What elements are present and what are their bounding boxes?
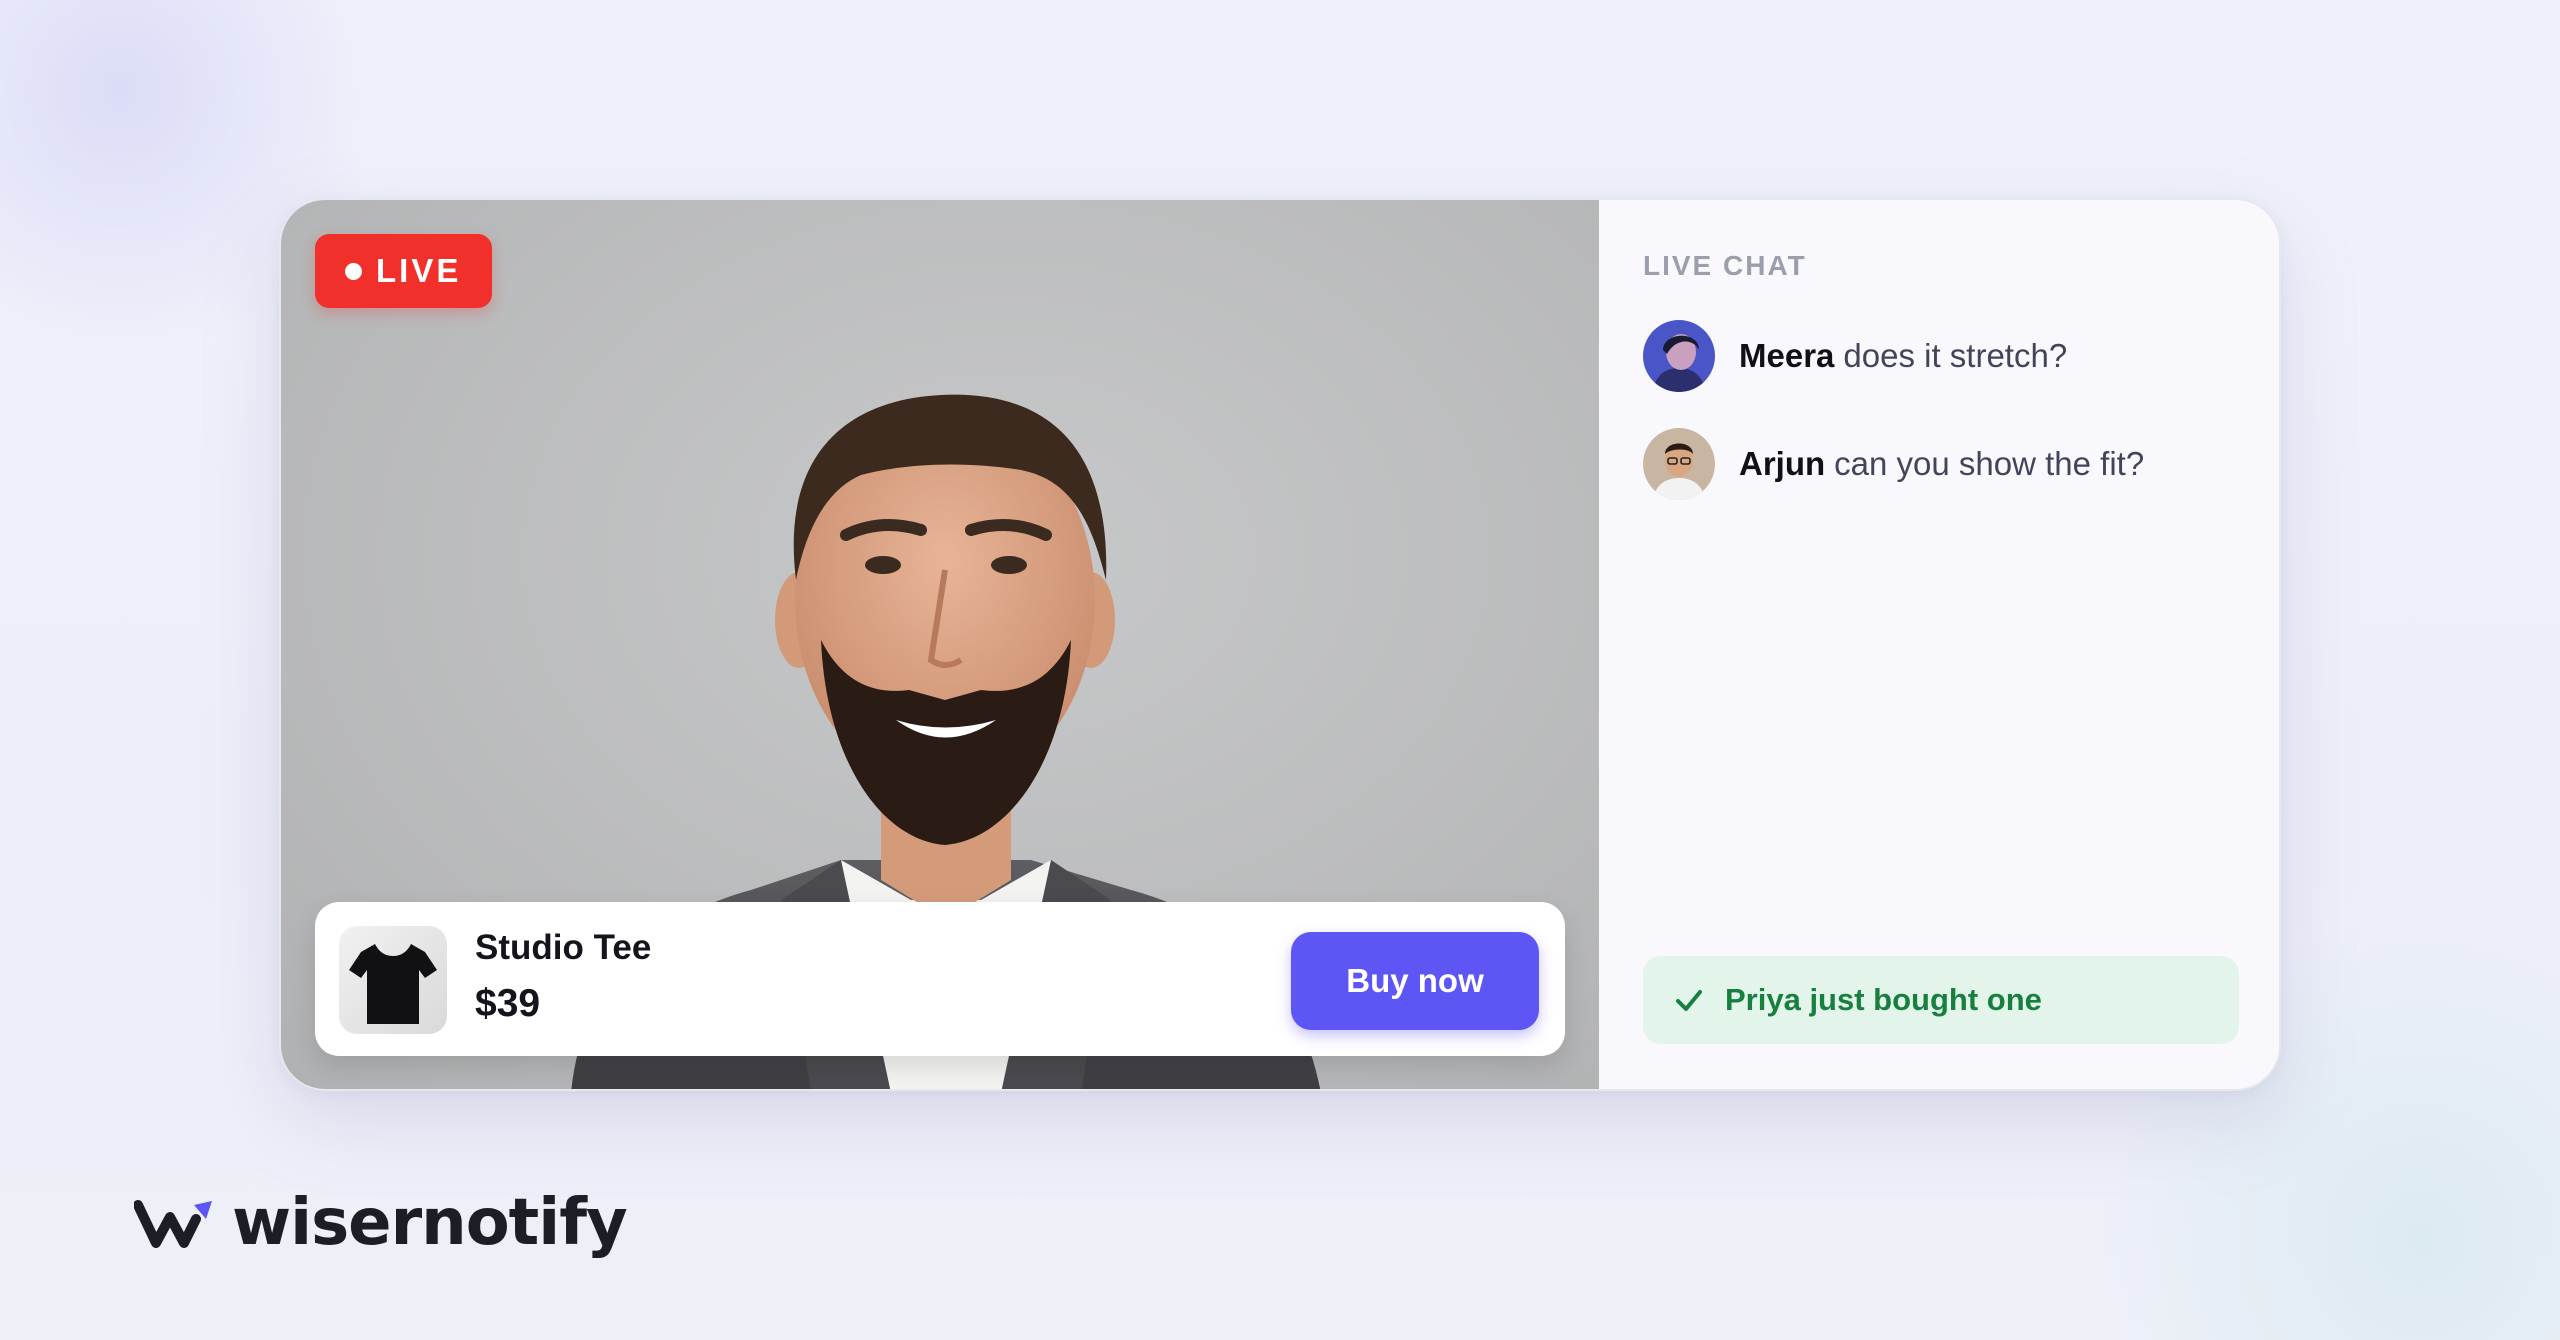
live-badge: LIVE <box>315 234 492 308</box>
product-card: Studio Tee $39 Buy now <box>315 902 1565 1056</box>
tshirt-icon <box>349 944 437 1024</box>
product-thumbnail[interactable] <box>339 926 447 1034</box>
brand-logo: wisernotify <box>134 1186 628 1260</box>
live-shopping-card: LIVE Studio Tee $39 Buy now LIVE CHAT Me… <box>279 198 2281 1091</box>
avatar[interactable] <box>1643 428 1715 500</box>
purchase-notification-text: Priya just bought one <box>1725 982 2042 1017</box>
user-avatar-icon <box>1643 428 1715 500</box>
user-avatar-icon <box>1643 320 1715 392</box>
live-video-panel[interactable]: LIVE Studio Tee $39 Buy now <box>281 200 1599 1089</box>
chat-message: Meera does it stretch? <box>1643 320 2067 392</box>
brand-name: wisernotify <box>232 1186 628 1260</box>
purchase-notification: Priya just bought one <box>1643 956 2239 1044</box>
avatar[interactable] <box>1643 320 1715 392</box>
product-price: $39 <box>475 982 541 1025</box>
live-indicator-dot-icon <box>345 262 362 280</box>
chat-message: Arjun can you show the fit? <box>1643 428 2144 500</box>
live-chat-panel: LIVE CHAT Meera does it stretch? Arjun c… <box>1599 200 2279 1089</box>
checkmark-icon <box>1676 990 1702 1011</box>
chat-author[interactable]: Meera <box>1739 337 1834 374</box>
chat-title: LIVE CHAT <box>1643 250 1807 281</box>
chat-message-text: does it stretch? <box>1843 337 2068 374</box>
product-name: Studio Tee <box>475 928 652 967</box>
buy-now-button[interactable]: Buy now <box>1291 932 1539 1030</box>
live-label: LIVE <box>376 252 462 289</box>
wisernotify-logo-icon <box>134 1200 212 1248</box>
chat-author[interactable]: Arjun <box>1739 445 1825 482</box>
chat-message-text: can you show the fit? <box>1834 445 2145 482</box>
